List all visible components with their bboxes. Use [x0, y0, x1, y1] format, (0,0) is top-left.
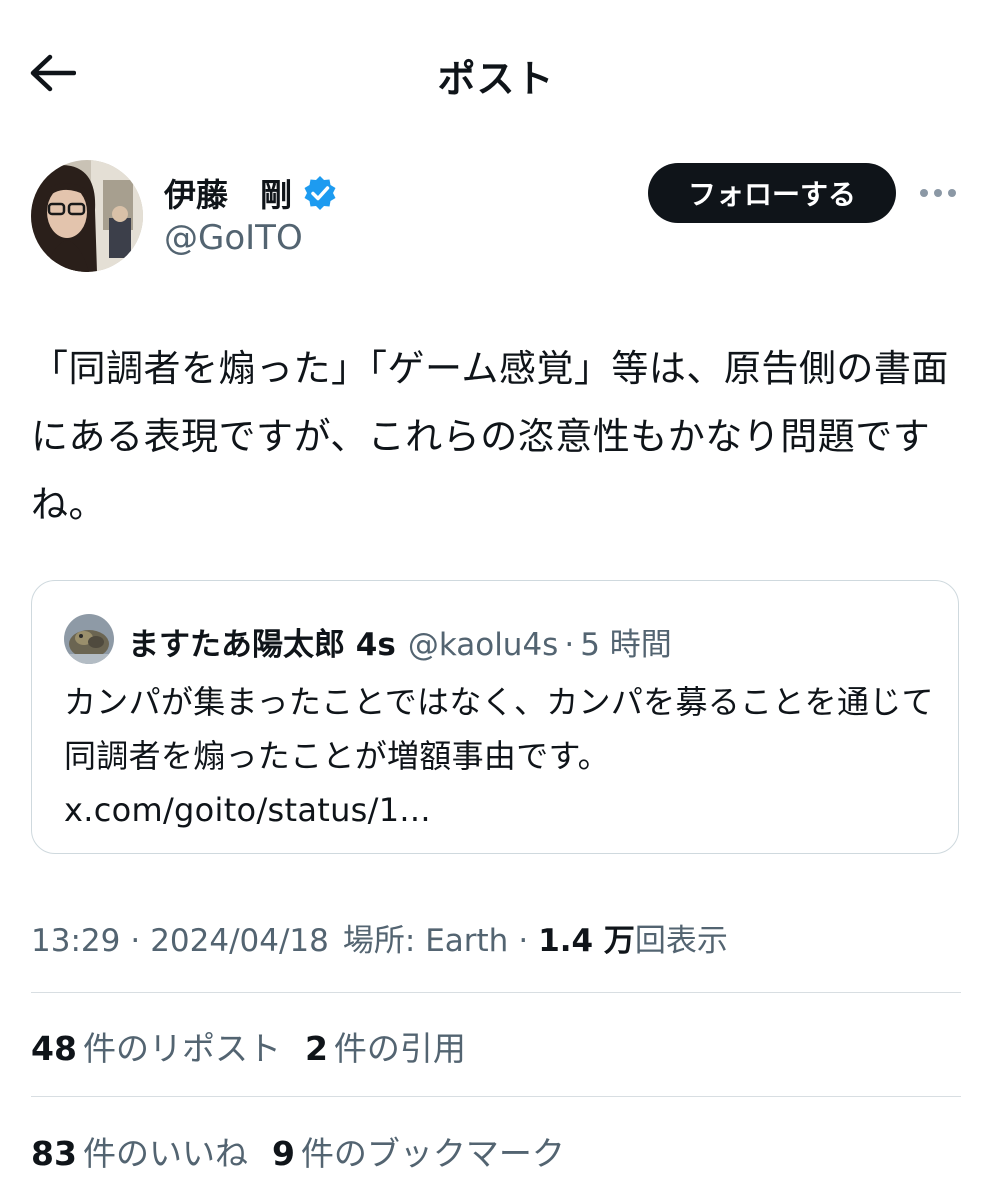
bookmarks-label: 件のブックマーク: [300, 1134, 565, 1173]
quote-author-name[interactable]: ますたあ陽太郎 4s: [128, 619, 396, 664]
quoted-post[interactable]: ますたあ陽太郎 4s @kaolu4s · 5 時間 カンパが集まったことではな…: [31, 580, 959, 854]
top-bar: ポスト: [0, 0, 992, 150]
quote-author-handle[interactable]: @kaolu4s: [408, 627, 559, 663]
quote-text: カンパが集まったことではなく、カンパを募ることを通じて同調者を煽ったことが増額事…: [64, 683, 934, 829]
likes-stat[interactable]: 83 件のいいね: [31, 1127, 248, 1175]
likes-label: 件のいいね: [82, 1134, 248, 1173]
engagement-row-likes: 83 件のいいね 9 件のブックマーク: [31, 1127, 589, 1175]
verified-badge-icon: [304, 176, 336, 210]
reposts-label: 件のリポスト: [82, 1029, 281, 1068]
more-options-button[interactable]: [916, 178, 960, 208]
meta-separator: ·: [518, 923, 529, 959]
author-name[interactable]: 伊藤 剛: [164, 170, 338, 216]
author-name-text: 伊藤 剛: [164, 176, 293, 214]
views-count: 1.4 万: [538, 923, 635, 959]
likes-count: 83: [31, 1134, 77, 1173]
quote-separator: ·: [564, 627, 575, 663]
quotes-stat[interactable]: 2 件の引用: [305, 1022, 466, 1070]
views-label: 回表示: [634, 923, 728, 959]
bookmarks-count: 9: [271, 1134, 295, 1173]
quote-author-avatar[interactable]: [64, 614, 114, 664]
bookmarks-stat[interactable]: 9 件のブックマーク: [272, 1127, 565, 1175]
author-avatar[interactable]: [31, 160, 143, 272]
reposts-count: 48: [31, 1029, 77, 1068]
post-meta: 13:29 · 2024/04/18 場所: Earth · 1.4 万 回表示: [31, 915, 728, 960]
divider: [31, 1096, 961, 1097]
quote-header: ますたあ陽太郎 4s @kaolu4s · 5 時間: [128, 619, 672, 664]
quotes-label: 件の引用: [333, 1029, 466, 1068]
post-date: 2024/04/18: [150, 923, 329, 959]
engagement-row-reposts: 48 件のリポスト 2 件の引用: [31, 1022, 490, 1070]
more-horizontal-icon: [920, 189, 956, 197]
reposts-stat[interactable]: 48 件のリポスト: [31, 1022, 281, 1070]
divider: [31, 992, 961, 993]
quotes-count: 2: [304, 1029, 328, 1068]
page-title: ポスト: [437, 57, 555, 101]
post-location: 場所: Earth: [342, 923, 509, 959]
follow-button[interactable]: フォローする: [648, 163, 896, 223]
quote-timestamp: 5 時間: [580, 627, 672, 663]
post-time: 13:29: [31, 923, 121, 959]
author-handle[interactable]: @GoITO: [164, 218, 303, 258]
post-text: 「同調者を煽った」「ゲーム感覚」等は、原告側の書面にある表現ですが、これらの恣意…: [31, 347, 949, 526]
meta-separator: ·: [130, 923, 141, 959]
